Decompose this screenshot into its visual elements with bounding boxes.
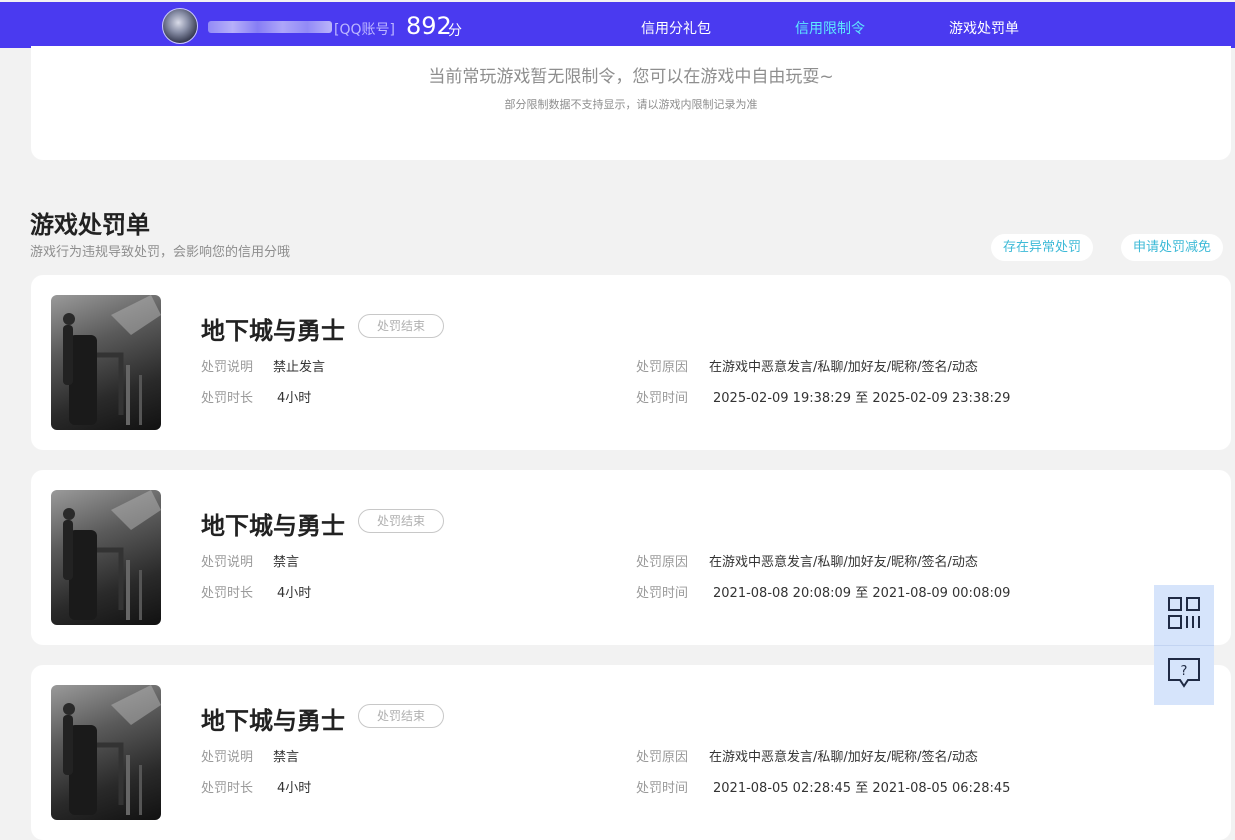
time-value: 2021-08-05 02:28:45 至 2021-08-05 06:28:4… <box>713 781 1011 796</box>
account-type-label: [QQ账号] <box>334 22 395 38</box>
restriction-message: 当前常玩游戏暂无限制令，您可以在游戏中自由玩耍~ <box>428 67 834 87</box>
credit-score-value: 892 <box>406 12 452 40</box>
qr-code-icon <box>1167 596 1201 634</box>
penalty-card: 地下城与勇士 处罚结束 处罚说明 禁止发言 处罚时长 4小时 处罚原因 在游戏中… <box>31 275 1231 450</box>
description-label: 处罚说明 <box>201 360 254 375</box>
floating-tools-panel: ? <box>1154 585 1214 705</box>
penalty-card: 地下城与勇士 处罚结束 处罚说明 禁言 处罚时长 4小时 处罚原因 在游戏中恶意… <box>31 470 1231 645</box>
reason-value: 在游戏中恶意发言/私聊/加好友/昵称/签名/动态 <box>709 555 978 570</box>
description-value: 禁止发言 <box>273 360 326 375</box>
penalty-status-badge: 处罚结束 <box>358 314 444 338</box>
game-cover-image <box>51 490 161 625</box>
duration-label: 处罚时长 <box>201 781 254 796</box>
duration-label: 处罚时长 <box>201 586 254 601</box>
description-value: 禁言 <box>273 555 300 570</box>
game-cover-image <box>51 685 161 820</box>
username-blurred <box>208 21 332 33</box>
duration-value: 4小时 <box>277 391 312 406</box>
nav-credit-gift[interactable]: 信用分礼包 <box>641 18 711 38</box>
game-name: 地下城与勇士 <box>201 707 345 735</box>
reason-label: 处罚原因 <box>636 750 689 765</box>
time-label: 处罚时间 <box>636 391 689 406</box>
game-cover-image <box>51 295 161 430</box>
apply-penalty-reduction-button[interactable]: 申请处罚减免 <box>1121 234 1224 261</box>
penalty-status-badge: 处罚结束 <box>358 704 444 728</box>
credit-score-unit: 分 <box>448 23 462 39</box>
duration-value: 4小时 <box>277 586 312 601</box>
restriction-card: 当前常玩游戏暂无限制令，您可以在游戏中自由玩耍~ 部分限制数据不支持显示，请以游… <box>31 46 1231 160</box>
reason-label: 处罚原因 <box>636 555 689 570</box>
report-abnormal-penalty-button[interactable]: 存在异常处罚 <box>991 234 1094 261</box>
penalty-card: 地下城与勇士 处罚结束 处罚说明 禁言 处罚时长 4小时 处罚原因 在游戏中恶意… <box>31 665 1231 840</box>
time-value: 2025-02-09 19:38:29 至 2025-02-09 23:38:2… <box>713 391 1011 406</box>
game-name: 地下城与勇士 <box>201 512 345 540</box>
reason-value: 在游戏中恶意发言/私聊/加好友/昵称/签名/动态 <box>709 750 978 765</box>
description-label: 处罚说明 <box>201 555 254 570</box>
penalty-section-title: 游戏处罚单 <box>30 211 150 239</box>
time-label: 处罚时间 <box>636 781 689 796</box>
help-feedback-button[interactable]: ? <box>1154 645 1214 705</box>
penalty-status-badge: 处罚结束 <box>358 509 444 533</box>
description-value: 禁言 <box>273 750 300 765</box>
reason-value: 在游戏中恶意发言/私聊/加好友/昵称/签名/动态 <box>709 360 978 375</box>
nav-credit-restriction[interactable]: 信用限制令 <box>795 18 865 38</box>
restriction-note: 部分限制数据不支持显示，请以游戏内限制记录为准 <box>504 98 758 111</box>
reason-label: 处罚原因 <box>636 360 689 375</box>
nav-game-penalty[interactable]: 游戏处罚单 <box>949 18 1019 38</box>
game-name: 地下城与勇士 <box>201 317 345 345</box>
description-label: 处罚说明 <box>201 750 254 765</box>
user-avatar[interactable] <box>162 8 198 44</box>
duration-value: 4小时 <box>277 781 312 796</box>
svg-text:?: ? <box>1181 664 1188 679</box>
time-label: 处罚时间 <box>636 586 689 601</box>
duration-label: 处罚时长 <box>201 391 254 406</box>
top-nav-bar: [QQ账号] 892 分 信用分礼包 信用限制令 游戏处罚单 <box>0 2 1235 49</box>
penalty-section-subtitle: 游戏行为违规导致处罚，会影响您的信用分哦 <box>30 245 291 260</box>
time-value: 2021-08-08 20:08:09 至 2021-08-09 00:08:0… <box>713 586 1011 601</box>
help-chat-icon: ? <box>1167 656 1201 694</box>
qr-code-button[interactable] <box>1154 585 1214 645</box>
